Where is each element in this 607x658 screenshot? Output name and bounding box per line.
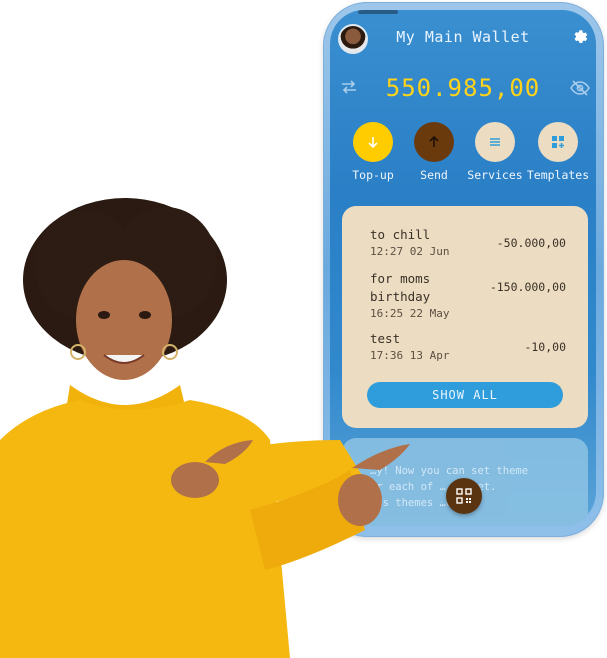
services-button[interactable]: Services: [460, 122, 530, 182]
gear-icon[interactable]: [570, 28, 588, 46]
quick-actions: Top-up Send Services Templates: [330, 122, 596, 192]
eye-off-icon[interactable]: [570, 80, 590, 96]
transaction-item[interactable]: for moms birthday 16:25 22 May -150.000,…: [370, 270, 566, 322]
wallet-title[interactable]: My Main Wallet: [330, 28, 596, 46]
templates-button[interactable]: Templates: [523, 122, 593, 182]
send-button[interactable]: Send: [399, 122, 469, 182]
action-label: Send: [420, 168, 448, 182]
transaction-item[interactable]: to chill 12:27 02 Jun -50.000,00: [370, 226, 566, 260]
qr-scan-button[interactable]: [446, 478, 482, 514]
action-label: Services: [467, 168, 523, 182]
menu-icon: [475, 122, 515, 162]
arrow-down-icon: [353, 122, 393, 162]
grid-plus-icon: [538, 122, 578, 162]
wallet-balance: 550.985,00: [385, 74, 541, 102]
topup-button[interactable]: Top-up: [338, 122, 408, 182]
action-label: Templates: [526, 168, 590, 182]
transaction-time: 16:25 22 May: [370, 307, 450, 320]
transaction-amount: -150.000,00: [489, 280, 566, 294]
balance-row: 550.985,00: [330, 68, 596, 108]
transaction-amount: -50.000,00: [496, 236, 566, 250]
action-label: Top-up: [352, 168, 394, 182]
transaction-amount: -10,00: [524, 340, 566, 354]
show-all-button[interactable]: SHOW ALL: [367, 382, 563, 408]
app-header: My Main Wallet: [330, 20, 596, 62]
phone-screen: My Main Wallet 550.985,00 Top-up Send Se…: [330, 10, 596, 526]
qr-code-icon: [456, 488, 472, 504]
status-bar: [358, 10, 398, 14]
arrow-up-icon: [414, 122, 454, 162]
transactions-card: to chill 12:27 02 Jun -50.000,00 for mom…: [342, 206, 588, 428]
transaction-item[interactable]: test 17:36 13 Apr -10,00: [370, 330, 566, 364]
